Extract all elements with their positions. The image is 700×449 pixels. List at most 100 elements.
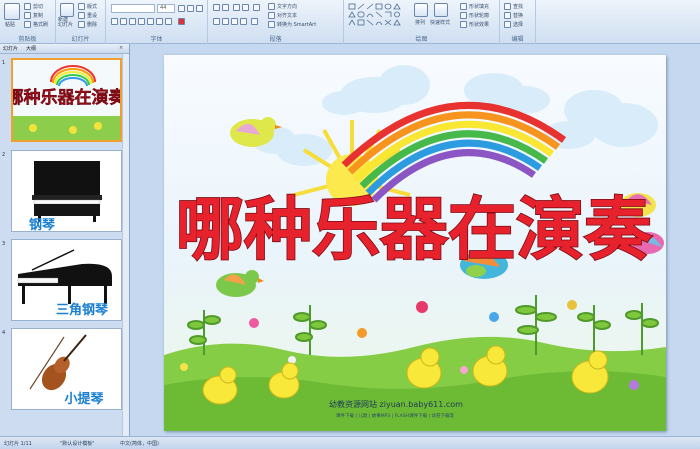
italic-icon[interactable] <box>120 18 127 25</box>
grow-font-icon[interactable] <box>178 5 185 12</box>
pane-scrollbar[interactable] <box>122 54 129 436</box>
cut-icon[interactable] <box>24 3 31 10</box>
layout-icon[interactable] <box>78 3 85 10</box>
font-name-field[interactable] <box>111 4 155 13</box>
main-slide[interactable]: 哪种乐器在演奏 幼教资源网站 ziyuan.baby611.com 课件下载 |… <box>164 55 666 431</box>
find-button[interactable]: 查找 <box>513 3 523 10</box>
thumbnail-1-caption: 哪种乐器在演奏 <box>13 87 120 108</box>
copy-icon[interactable] <box>24 12 31 19</box>
group-label-drawing: 绘图 <box>415 36 428 43</box>
ribbon: 粘贴 剪切 复制 格式刷 剪贴板 新建 幻灯片 版式 重设 删除 幻灯片 44 … <box>0 0 700 44</box>
shadow-icon[interactable] <box>147 18 154 25</box>
cut-button[interactable]: 剪切 <box>33 3 43 10</box>
status-bar: 幻灯片 1/11 "默认设计模板" 中文(简体，中国) <box>0 436 700 449</box>
copy-button[interactable]: 复制 <box>33 12 43 19</box>
numbering-icon[interactable] <box>222 4 229 11</box>
font-size-field[interactable]: 44 <box>157 4 175 13</box>
increase-indent-icon[interactable] <box>242 4 249 11</box>
align-center-icon[interactable] <box>222 18 229 25</box>
thumbnail-4-caption: 小提琴 <box>64 391 104 407</box>
thumbnail-2-art: 钢琴 <box>12 151 121 231</box>
shrink-font-icon[interactable] <box>187 5 194 12</box>
slide-artwork: 哪种乐器在演奏 幼教资源网站 ziyuan.baby611.com 课件下载 |… <box>164 65 666 431</box>
language-indicator[interactable]: 中文(简体，中国) <box>120 440 159 447</box>
thumbnail-3-art: 三角钢琴 <box>12 240 121 320</box>
thumb-number-4: 4 <box>2 330 6 336</box>
shape-outline-button[interactable]: 形状轮廓 <box>469 12 489 19</box>
thumb-number-3: 3 <box>2 241 6 247</box>
underline-icon[interactable] <box>129 18 136 25</box>
arrange-icon[interactable] <box>414 3 428 17</box>
delete-icon[interactable] <box>78 21 85 28</box>
format-painter-icon[interactable] <box>24 21 31 28</box>
align-text-button[interactable]: 对齐文本 <box>277 12 297 19</box>
clear-format-icon[interactable] <box>196 5 203 12</box>
font-group: 44 字体 <box>106 0 208 44</box>
justify-icon[interactable] <box>240 18 247 25</box>
paragraph-group: 文字方向 对齐文本 转换为 SmartArt 段落 <box>208 0 344 44</box>
text-direction-icon[interactable] <box>268 3 275 10</box>
paste-icon[interactable] <box>4 3 20 20</box>
theme-name: "默认设计模板" <box>60 441 95 447</box>
layout-button[interactable]: 版式 <box>87 3 97 10</box>
quick-styles-button[interactable]: 快速样式 <box>430 19 450 26</box>
close-pane-icon[interactable]: × <box>119 45 123 51</box>
thumb-number-1: 1 <box>2 60 6 66</box>
drawing-group: 排列 快速样式 形状填充 形状轮廓 形状效果 绘图 <box>344 0 500 44</box>
select-icon[interactable] <box>504 21 511 28</box>
replace-button[interactable]: 替换 <box>513 12 523 19</box>
shape-outline-icon[interactable] <box>460 12 467 19</box>
slide-thumbnail-2[interactable]: 钢琴 <box>11 150 122 232</box>
shape-effects-button[interactable]: 形状效果 <box>469 21 489 28</box>
text-direction-button[interactable]: 文字方向 <box>277 3 297 10</box>
bold-icon[interactable] <box>111 18 118 25</box>
replace-icon[interactable] <box>504 12 511 19</box>
slides-group: 新建 幻灯片 版式 重设 删除 幻灯片 <box>56 0 106 44</box>
thumbnail-3-caption: 三角钢琴 <box>56 302 109 318</box>
format-painter-button[interactable]: 格式刷 <box>33 21 48 28</box>
shape-fill-button[interactable]: 形状填充 <box>469 3 489 10</box>
thumbnail-1-art: 哪种乐器在演奏 <box>13 60 120 140</box>
align-text-icon[interactable] <box>268 12 275 19</box>
change-case-icon[interactable] <box>165 18 172 25</box>
find-icon[interactable] <box>504 3 511 10</box>
arrange-button[interactable]: 排列 <box>415 19 425 26</box>
bullets-icon[interactable] <box>213 4 220 11</box>
decrease-indent-icon[interactable] <box>233 4 240 11</box>
align-right-icon[interactable] <box>231 18 238 25</box>
delete-button[interactable]: 删除 <box>87 21 97 28</box>
group-label-paragraph: 段落 <box>269 36 282 43</box>
rainbow-image <box>341 101 567 203</box>
tab-outline[interactable]: 大纲 <box>26 45 36 52</box>
shape-effects-icon[interactable] <box>460 21 467 28</box>
tab-slides[interactable]: 幻灯片 <box>3 45 18 52</box>
pane-tabs: 幻灯片 大纲 × <box>0 44 129 54</box>
thumbnail-4-art: 小提琴 <box>12 329 121 409</box>
clipboard-group: 粘贴 剪切 复制 格式刷 剪贴板 <box>0 0 56 44</box>
slide-count: 幻灯片 1/11 <box>4 441 32 447</box>
strikethrough-icon[interactable] <box>138 18 145 25</box>
slide-thumbnail-4[interactable]: 小提琴 <box>11 328 122 410</box>
new-slide-icon[interactable] <box>60 3 74 17</box>
slide-thumbnail-3[interactable]: 三角钢琴 <box>11 239 122 321</box>
smartart-icon[interactable] <box>268 21 275 28</box>
paste-button[interactable]: 粘贴 <box>5 21 15 28</box>
align-left-icon[interactable] <box>213 18 220 25</box>
columns-icon[interactable] <box>251 18 258 25</box>
shape-fill-icon[interactable] <box>460 3 467 10</box>
select-button[interactable]: 选择 <box>513 21 523 28</box>
spacing-icon[interactable] <box>156 18 163 25</box>
slide-title[interactable]: 哪种乐器在演奏 <box>175 190 654 271</box>
reset-button[interactable]: 重设 <box>87 12 97 19</box>
group-label-font: 字体 <box>150 36 163 43</box>
slide-thumbnail-1[interactable]: 哪种乐器在演奏 <box>11 58 122 142</box>
smartart-button[interactable]: 转换为 SmartArt <box>277 21 316 28</box>
quick-styles-icon[interactable] <box>434 3 448 17</box>
footer-links: 课件下载 | 儿歌 | 故事MP3 | FLASH课件下载 | 试卷下载等 <box>336 412 454 419</box>
line-spacing-icon[interactable] <box>253 4 260 11</box>
new-slide-button[interactable]: 新建 幻灯片 <box>58 18 73 28</box>
font-color-icon[interactable] <box>178 18 185 25</box>
group-label-editing: 编辑 <box>511 36 524 43</box>
reset-icon[interactable] <box>78 12 85 19</box>
shapes-gallery[interactable] <box>348 3 404 29</box>
